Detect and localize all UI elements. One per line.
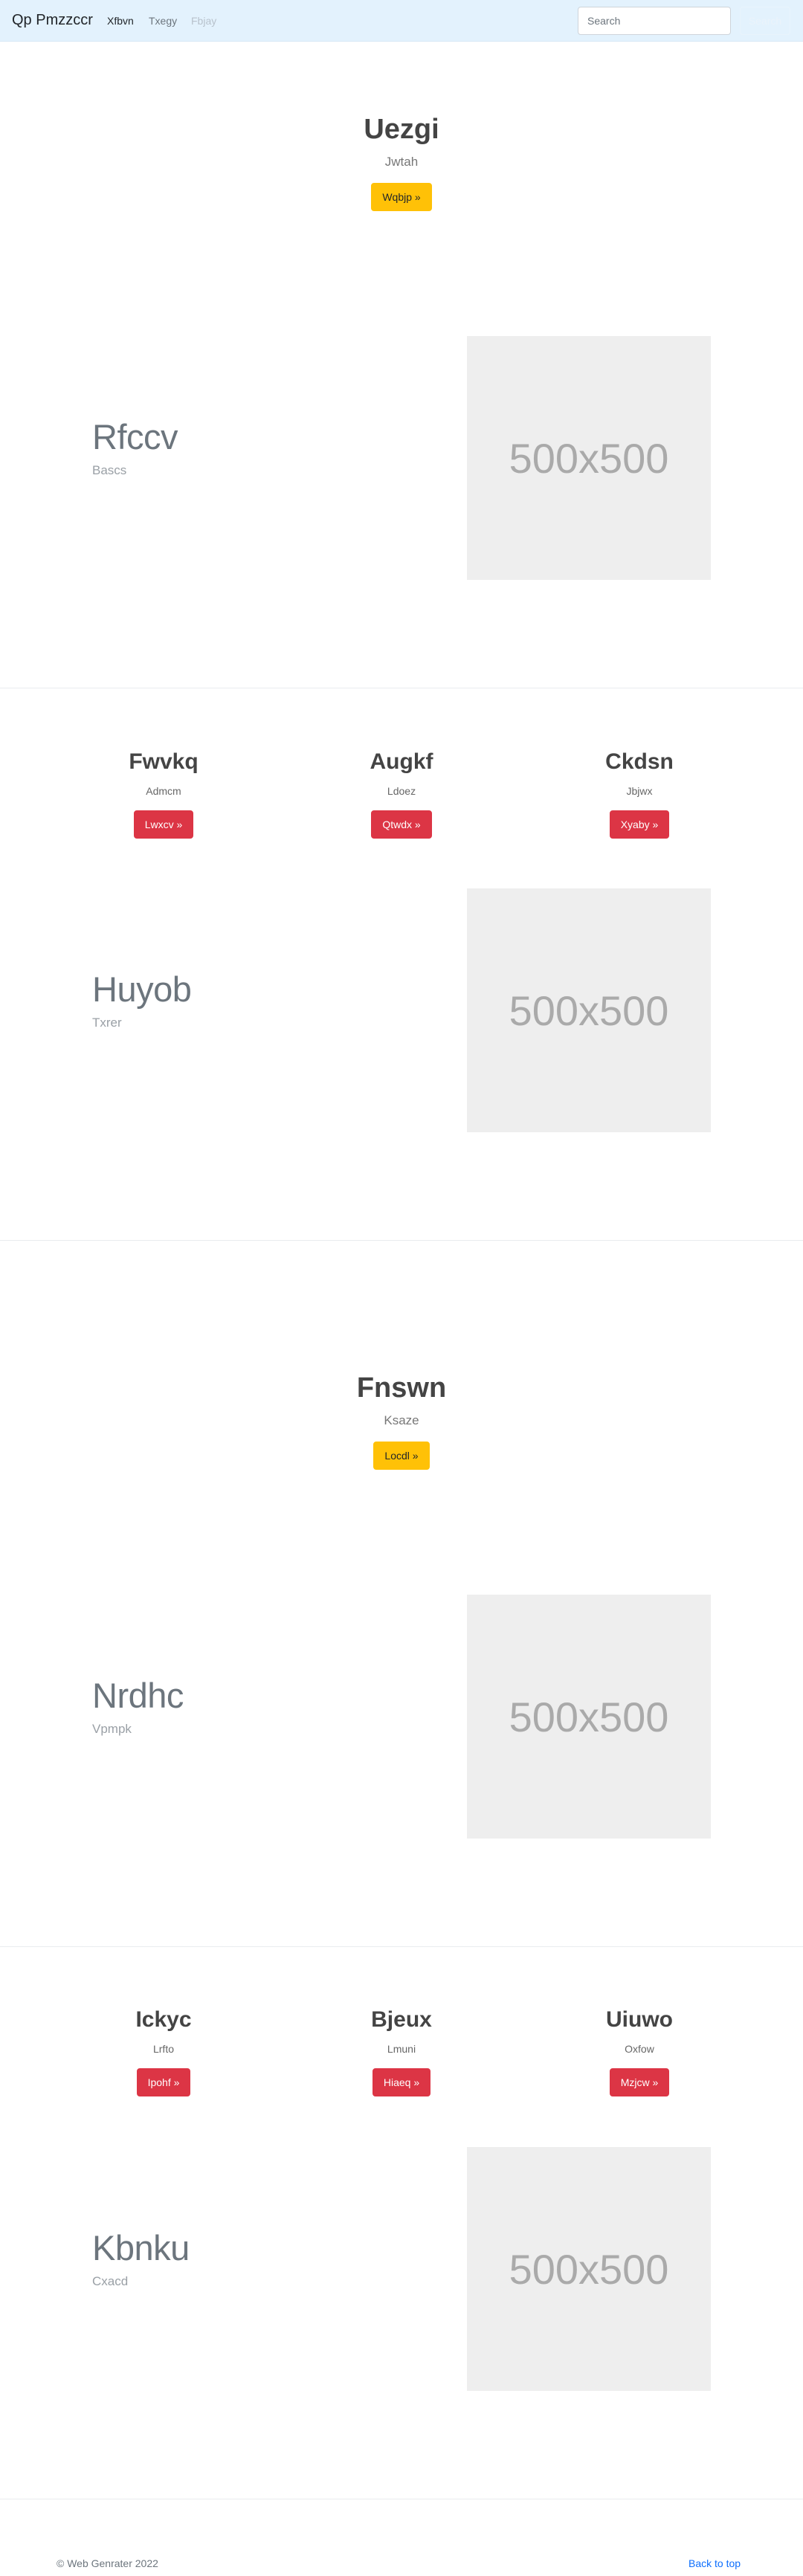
column-text: Jbjwx — [626, 785, 653, 797]
hero-subtitle: Ksaze — [384, 1413, 419, 1427]
featurette-image-3: 500x500 — [467, 1595, 711, 1839]
image-placeholder-label: 500x500 — [509, 2245, 669, 2293]
featurette-text-3: Nrdhc Vpmpk — [92, 1675, 184, 1737]
back-to-top-link[interactable]: Back to top — [688, 2557, 741, 2569]
search-input[interactable] — [578, 7, 731, 35]
column-text: Oxfow — [625, 2043, 654, 2055]
hero-title: Fnswn — [356, 1372, 447, 1404]
column-5: Bjeux Lmuni Hiaeq » — [312, 2007, 491, 2096]
column-text: Lrfto — [152, 2043, 174, 2055]
featurette-heading: Nrdhc — [92, 1676, 184, 1715]
hero-subtitle: Jwtah — [384, 155, 419, 169]
column-3: Ckdsn Jbjwx Xyaby » — [550, 749, 729, 839]
column-heading: Augkf — [370, 749, 433, 774]
featurette-text-4: Kbnku Cxacd — [92, 2227, 190, 2289]
column-heading: Ckdsn — [605, 749, 674, 774]
column-heading: Fwvkq — [129, 749, 199, 774]
featurette-image-2: 500x500 — [467, 888, 711, 1132]
column-button[interactable]: Xyaby » — [609, 810, 670, 839]
nav-link-2[interactable]: Txegy — [149, 15, 177, 27]
featurette-lead: Txrer — [92, 1016, 122, 1030]
navbar-brand[interactable]: Qp Pmzzccr — [12, 12, 93, 29]
column-button[interactable]: Ipohf » — [136, 2068, 191, 2096]
column-button[interactable]: Mzjcw » — [609, 2068, 670, 2096]
column-text: Admcm — [146, 785, 181, 797]
column-heading: Uiuwo — [606, 2007, 673, 2032]
column-heading: Bjeux — [371, 2007, 432, 2032]
column-4: Ickyc Lrfto Ipohf » — [74, 2007, 253, 2096]
hero-button[interactable]: Wqbjp » — [371, 183, 432, 211]
search-button[interactable]: Search — [740, 7, 790, 35]
featurette-heading: Huyob — [92, 969, 192, 1009]
footer-copyright: © Web Genrater 2022 — [57, 2557, 158, 2569]
column-1: Fwvkq Admcm Lwxcv » — [74, 749, 253, 839]
nav-link-1[interactable]: Xfbvn — [107, 15, 134, 27]
featurette-text-1: Rfccv Bascs — [92, 416, 178, 478]
image-placeholder-label: 500x500 — [509, 1693, 669, 1740]
column-6: Uiuwo Oxfow Mzjcw » — [550, 2007, 729, 2096]
featurette-heading: Rfccv — [92, 417, 178, 456]
column-2: Augkf Ldoez Qtwdx » — [312, 749, 491, 839]
featurette-lead: Vpmpk — [92, 1722, 132, 1736]
hero-title: Uezgi — [364, 114, 439, 145]
hero-section-2: Fnswn Ksaze Locdl » — [0, 1372, 803, 1470]
column-button[interactable]: Lwxcv » — [133, 810, 194, 839]
featurette-lead: Bascs — [92, 463, 127, 477]
featurette-lead: Cxacd — [92, 2274, 129, 2288]
column-button[interactable]: Hiaeq » — [372, 2068, 431, 2096]
featurette-heading: Kbnku — [92, 2228, 190, 2267]
image-placeholder-label: 500x500 — [509, 987, 669, 1034]
featurette-image-4: 500x500 — [467, 2147, 711, 2391]
image-placeholder-label: 500x500 — [509, 434, 669, 482]
featurette-image-1: 500x500 — [467, 336, 711, 580]
column-heading: Ickyc — [135, 2007, 192, 2032]
navbar: Qp Pmzzccr Xfbvn Txegy Fbjay Search — [0, 0, 803, 42]
column-button[interactable]: Qtwdx » — [371, 810, 432, 839]
hero-button[interactable]: Locdl » — [373, 1442, 430, 1470]
featurette-divider — [0, 1240, 803, 1241]
featurette-text-2: Huyob Txrer — [92, 969, 192, 1030]
column-text: Ldoez — [387, 785, 416, 797]
column-text: Lmuni — [387, 2043, 416, 2055]
hero-section-1: Uezgi Jwtah Wqbjp » — [0, 114, 803, 211]
nav-link-3-disabled: Fbjay — [191, 15, 217, 27]
featurette-divider — [0, 1946, 803, 1947]
